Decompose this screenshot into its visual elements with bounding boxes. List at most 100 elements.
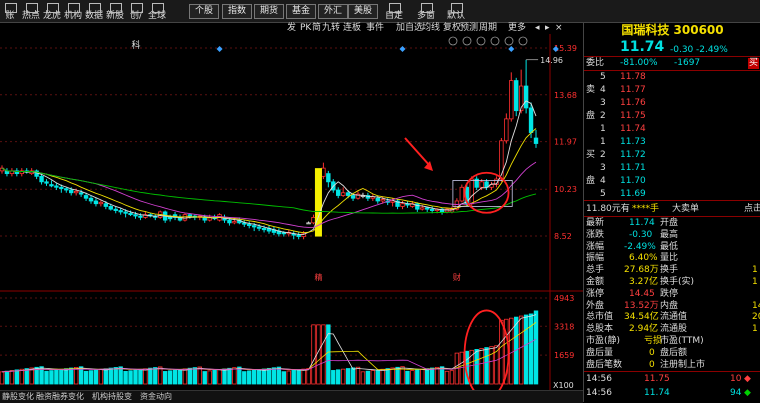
volume-bar[interactable] (44, 370, 49, 385)
candle[interactable] (350, 195, 356, 199)
candle[interactable] (296, 234, 301, 237)
volume-bar[interactable] (385, 368, 390, 385)
volume-bar[interactable] (375, 369, 380, 385)
chart-tab[interactable]: 连板 (343, 22, 361, 34)
ask-price[interactable]: 11.77 (620, 85, 646, 96)
chevron-left-icon[interactable]: ◂ (535, 22, 540, 34)
toolbar-hotspot[interactable]: 热点 (21, 1, 41, 21)
volume-bar[interactable] (54, 369, 59, 385)
volume-bar[interactable] (291, 369, 296, 385)
bid-price[interactable]: 11.72 (620, 150, 646, 161)
volume-bar[interactable] (158, 366, 163, 385)
bid-price[interactable]: 11.73 (620, 137, 646, 148)
volume-bar[interactable] (484, 347, 489, 385)
volume-bar[interactable] (182, 368, 188, 385)
volume-bar[interactable] (296, 369, 301, 385)
candle[interactable] (227, 219, 232, 224)
volume-bar[interactable] (528, 313, 534, 385)
bottom-tab[interactable]: 融资融券变化 (36, 391, 84, 403)
chart-tab[interactable]: 周期 (479, 22, 497, 34)
toolbar-account[interactable]: 账 (0, 1, 20, 21)
candle[interactable] (380, 199, 385, 202)
candle[interactable] (64, 188, 69, 191)
candle[interactable] (336, 189, 341, 196)
event-diamond[interactable] (216, 46, 223, 52)
candle[interactable] (533, 137, 539, 144)
volume-bar[interactable] (83, 370, 89, 385)
candle[interactable] (103, 203, 109, 207)
volume-bar[interactable] (143, 368, 148, 385)
settings-icon[interactable] (476, 36, 486, 46)
volume-bar[interactable] (69, 367, 74, 385)
volume-bar[interactable] (420, 368, 425, 385)
volume-bar[interactable] (331, 370, 336, 385)
toolbar-button[interactable]: 期货 (254, 4, 284, 19)
volume-bar[interactable] (301, 368, 306, 385)
volume-bar[interactable] (103, 368, 109, 385)
volume-bar[interactable] (4, 370, 10, 385)
toolbar-button[interactable]: 外汇 (318, 4, 348, 19)
candle[interactable] (321, 167, 326, 177)
volume-bar[interactable] (212, 369, 217, 385)
candle[interactable] (242, 222, 247, 225)
volume-bar[interactable] (261, 368, 267, 385)
toolbar-dragon-tiger[interactable]: 龙虎 (42, 1, 62, 21)
volume-bar[interactable] (340, 368, 346, 385)
candle[interactable] (345, 192, 351, 196)
volume-bar[interactable] (276, 366, 282, 385)
volume-bar[interactable] (523, 314, 529, 385)
chart-tab[interactable]: 预测 (460, 22, 478, 34)
candle[interactable] (113, 208, 118, 211)
candle[interactable] (499, 140, 504, 180)
volume-bar[interactable] (232, 367, 237, 385)
volume-bar[interactable] (410, 370, 415, 385)
candle[interactable] (306, 222, 311, 225)
toolbar-button[interactable]: 指数 (222, 4, 252, 19)
volume-bar[interactable] (286, 370, 291, 385)
volume-bar[interactable] (434, 366, 440, 385)
candle[interactable] (509, 80, 514, 120)
candle[interactable] (479, 181, 484, 188)
event-marker[interactable]: 精 (314, 272, 322, 282)
volume-bar[interactable] (499, 319, 504, 385)
volume-bar[interactable] (108, 367, 113, 385)
candle[interactable] (88, 197, 94, 202)
volume-bar[interactable] (187, 367, 193, 385)
volume-bar[interactable] (444, 370, 450, 385)
candle[interactable] (256, 226, 262, 229)
volume-bar[interactable] (197, 366, 202, 385)
volume-bar[interactable] (429, 367, 435, 385)
toolbar-custom[interactable]: 自定 (381, 1, 407, 21)
volume-bar[interactable] (49, 370, 54, 385)
chart-tab[interactable]: 均线 (422, 22, 440, 34)
kline-chart[interactable]: 15.3913.6811.9710.238.52494333181659X100… (0, 34, 583, 402)
event-diamond[interactable] (508, 46, 515, 52)
volume-bar[interactable] (247, 370, 252, 385)
toolbar-new-stock[interactable]: 新股 (105, 1, 125, 21)
toolbar-button[interactable]: 个股 (189, 4, 219, 19)
volume-bar[interactable] (449, 370, 455, 385)
candle[interactable] (469, 178, 474, 205)
candle[interactable] (420, 207, 425, 210)
volume-bar[interactable] (380, 368, 385, 385)
event-diamond[interactable] (399, 46, 406, 52)
chart-tab[interactable]: 发 (287, 22, 296, 34)
prev-icon[interactable] (490, 36, 500, 46)
volume-bar[interactable] (59, 368, 64, 385)
candle[interactable] (39, 175, 44, 183)
next-icon[interactable] (504, 36, 514, 46)
volume-bar[interactable] (133, 369, 138, 385)
candle[interactable] (182, 214, 188, 221)
candle[interactable] (528, 107, 534, 133)
toolbar-institution[interactable]: 机构 (63, 1, 83, 21)
volume-bar[interactable] (162, 371, 168, 385)
event-marker[interactable]: 财 (453, 272, 461, 282)
chart-tab[interactable]: 事件 (366, 22, 384, 34)
ask-price[interactable]: 11.76 (620, 98, 646, 109)
candle[interactable] (98, 201, 104, 205)
volume-bar[interactable] (390, 367, 395, 385)
zoom-in-icon[interactable] (448, 36, 458, 46)
candle[interactable] (138, 215, 143, 218)
volume-bar[interactable] (360, 371, 366, 385)
candle[interactable] (187, 214, 193, 217)
